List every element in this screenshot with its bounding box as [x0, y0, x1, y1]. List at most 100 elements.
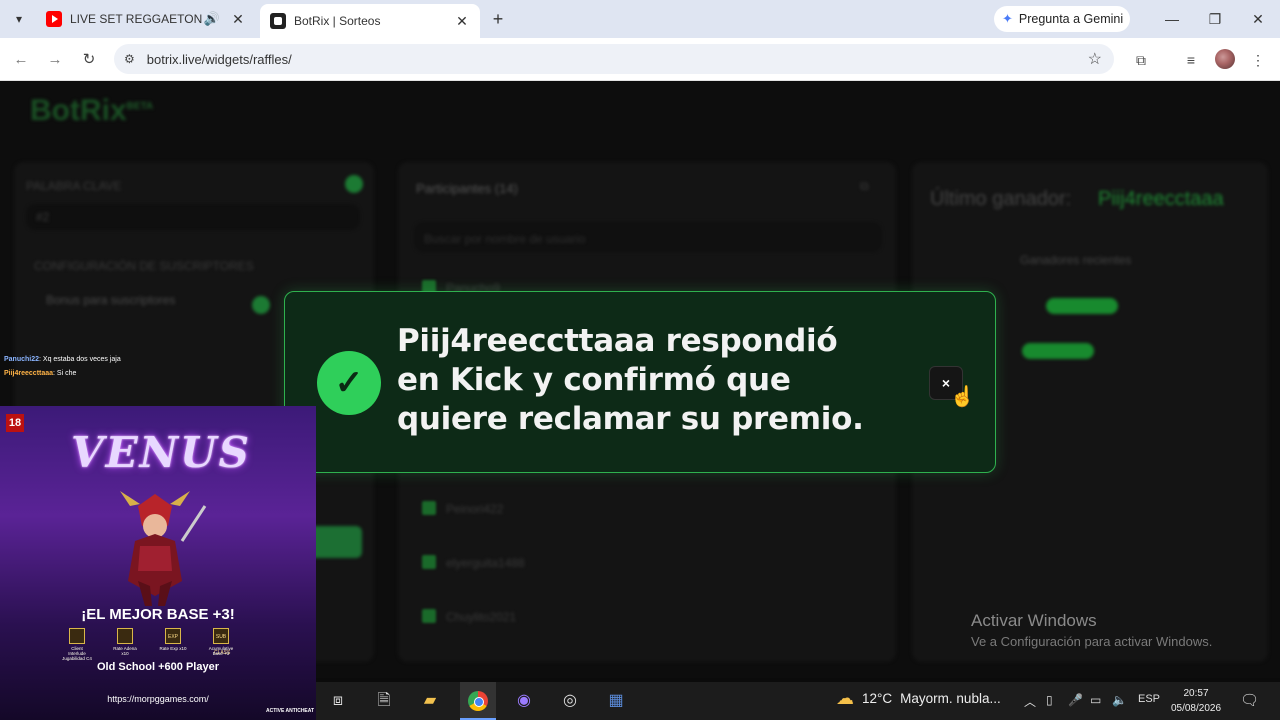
check-icon: ✓	[317, 351, 381, 415]
weather-temp: 12°C	[862, 691, 893, 706]
gemini-button[interactable]: ✦ Pregunta a Gemini	[994, 6, 1130, 32]
extensions-icon[interactable]: ⧉	[1130, 49, 1152, 71]
bookmark-star-icon[interactable]: ☆	[1088, 49, 1102, 69]
speaker-icon[interactable]: 🔊	[204, 11, 220, 27]
youtube-icon	[46, 11, 62, 27]
feature-label: Client Interlude Jugabilidad C4	[62, 646, 92, 661]
ad-url: https://morpggames.com/	[107, 694, 209, 704]
tab-search-chevron-icon[interactable]: ▾	[8, 8, 30, 30]
close-tab-icon[interactable]: ✕	[228, 11, 248, 28]
participant-name: Chuylito2021	[446, 610, 517, 624]
microphone-icon[interactable]: 🎤	[1068, 693, 1083, 707]
windows-taskbar: ⧈ 🗎 ▰ ◉ ◎ ▦ ☁ 12°C Mayorm. nubla... ︿ ▯ …	[316, 682, 1280, 720]
new-tab-plus-icon[interactable]: +	[488, 9, 508, 29]
subscriber-config-label: CONFIGURACIÓN DE SUSCRIPTORES	[34, 259, 254, 273]
winner-confirmed-modal: ✓ Piij4reeccttaaa respondió en Kick y co…	[284, 291, 996, 473]
feature-label: Rate Exp x10	[159, 646, 187, 651]
volume-icon[interactable]: 🔈	[1112, 693, 1127, 707]
minimize-icon[interactable]: —	[1160, 8, 1184, 30]
gemini-sparkle-icon: ✦	[1002, 11, 1013, 26]
chat-message: Piij4reeccttaaa: Si che	[4, 367, 121, 381]
winner-status-badge	[1046, 298, 1118, 314]
system-clock[interactable]: 20:57 05/08/2026	[1166, 686, 1226, 716]
tab-youtube[interactable]: LIVE SET REGGAETON OLD 🔊 ✕	[36, 4, 256, 34]
file-explorer-icon[interactable]: ▰	[418, 689, 442, 713]
feature-icon	[69, 628, 85, 644]
notifications-icon[interactable]: 🗨	[1240, 691, 1259, 709]
modal-message-line: Piij4reeccttaaa respondió	[397, 323, 838, 359]
device-icon[interactable]: ▯	[1046, 693, 1053, 707]
warrior-character-illustration	[120, 491, 207, 606]
task-view-icon[interactable]: ⧈	[326, 689, 350, 713]
keyword-input[interactable]	[26, 204, 360, 230]
language-indicator[interactable]: ESP	[1138, 693, 1160, 705]
chrome-icon[interactable]	[468, 691, 488, 711]
recent-winners-title: Ganadores recientes	[1020, 253, 1132, 267]
profile-avatar[interactable]	[1215, 49, 1235, 69]
ad-feature: SUB CLASS Acumulative Base +3	[206, 628, 236, 661]
notepad-icon[interactable]: 🗎	[372, 689, 396, 713]
participant-check-icon	[422, 501, 436, 515]
close-tab-icon[interactable]: ✕	[452, 13, 472, 30]
winner-status-badge	[1022, 343, 1094, 359]
participant-check-icon	[422, 555, 436, 569]
discord-icon[interactable]: ◉	[512, 689, 536, 713]
weather-desc: Mayorm. nubla...	[900, 691, 1001, 706]
keyword-label: PALABRA CLAVE	[26, 179, 122, 193]
feature-icon: EXP	[165, 628, 181, 644]
ad-feature: Rate Adena x10	[110, 628, 140, 661]
subscriber-bonus-label: Bonus para suscriptores	[46, 293, 176, 307]
url-text[interactable]: botrix.live/widgets/raffles/	[147, 52, 292, 67]
participants-title: Participantes (14)	[416, 181, 518, 196]
activate-windows-title: Activar Windows	[971, 611, 1097, 630]
ad-headline: ¡EL MEJOR BASE +3!	[81, 606, 235, 623]
window-close-icon[interactable]: ✕	[1246, 8, 1270, 30]
media-control-icon[interactable]: ≡	[1180, 49, 1202, 71]
browser-tab-bar: ▾ LIVE SET REGGAETON OLD 🔊 ✕ BotRix | So…	[0, 0, 1280, 38]
venus-logo: VENUS	[71, 428, 251, 477]
chat-user: Piij4reeccttaaa	[4, 370, 54, 377]
ad-features: Client Interlude Jugabilidad C4 Rate Ade…	[62, 628, 236, 661]
chat-text: : Xq estaba dos veces jaja	[39, 356, 121, 363]
address-toolbar: ← → ↻ ⚙ botrix.live/widgets/raffles/ ☆ ⧉…	[0, 38, 1280, 81]
botrix-logo: BotRixBETA	[30, 94, 154, 127]
reload-icon[interactable]: ↻	[78, 49, 100, 71]
omnibox[interactable]: ⚙ botrix.live/widgets/raffles/ ☆	[114, 44, 1114, 74]
modal-message-line: quiere reclamar su premio.	[397, 401, 864, 437]
last-winner-label: Último ganador:	[930, 188, 1072, 210]
modal-message-line: en Kick y confirmó que	[397, 362, 791, 398]
chat-user: Panuchi22	[4, 356, 40, 363]
weather-widget[interactable]: ☁ 12°C Mayorm. nubla...	[836, 688, 1001, 709]
botrix-icon	[270, 13, 286, 29]
menu-dots-icon[interactable]: ⋮	[1247, 49, 1269, 71]
restore-icon[interactable]: ❐	[1203, 8, 1227, 30]
clock-time: 20:57	[1183, 688, 1209, 699]
network-icon[interactable]: ▭	[1090, 693, 1101, 707]
back-arrow-icon[interactable]: ←	[10, 49, 32, 71]
gemini-label: Pregunta a Gemini	[1018, 12, 1124, 26]
clock-date: 05/08/2026	[1170, 703, 1222, 714]
copy-icon[interactable]: ⧉	[860, 179, 869, 194]
tab-title: BotRix | Sorteos	[294, 14, 381, 28]
obs-icon[interactable]: ◎	[558, 689, 582, 713]
forward-arrow-icon[interactable]: →	[44, 49, 66, 71]
venus-ad-banner: 18 VENUS ¡EL MEJOR BASE +3! Client Inter…	[0, 406, 316, 720]
keyword-toggle[interactable]	[345, 175, 363, 193]
keyword-value: #2	[36, 210, 50, 224]
age-rating-badge: 18	[6, 414, 24, 432]
chevron-up-icon[interactable]: ︿	[1024, 693, 1036, 710]
activate-windows-subtitle: Ve a Configuración para activar Windows.	[971, 634, 1213, 649]
feature-label: Rate Adena x10	[113, 646, 137, 656]
feature-icon	[117, 628, 133, 644]
ad-feature: Client Interlude Jugabilidad C4	[62, 628, 92, 661]
anticheat-badge: ACTIVE ANTICHEAT	[266, 708, 315, 714]
chat-message: Panuchi22: Xq estaba dos veces jaja	[4, 353, 121, 367]
weather-cloud-icon: ☁	[836, 688, 854, 708]
site-info-icon[interactable]: ⚙	[124, 52, 135, 66]
participant-name: elyerguita1488	[446, 556, 525, 570]
participant-check-icon	[422, 609, 436, 623]
tab-botrix[interactable]: BotRix | Sorteos ✕	[260, 4, 480, 38]
app-window-icon[interactable]: ▦	[604, 689, 628, 713]
bonus-toggle[interactable]	[252, 296, 270, 314]
modal-message: Piij4reeccttaaa respondió en Kick y conf…	[397, 322, 867, 439]
